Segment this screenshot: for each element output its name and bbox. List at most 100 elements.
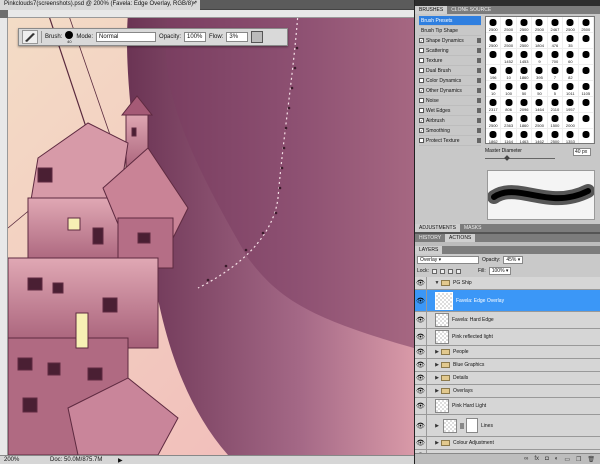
zoom-level[interactable]: 200% (4, 457, 19, 463)
brush-preset[interactable]: 2500 (532, 17, 548, 33)
visibility-eye-icon[interactable]: 👁 (415, 290, 427, 311)
brush-preset[interactable]: 60 (563, 49, 579, 65)
lock-icon[interactable] (477, 138, 481, 143)
lock-pixels-icon[interactable] (439, 268, 445, 274)
brush-preset[interactable]: 1464 (532, 97, 548, 113)
brush-setting-protect-texture[interactable]: Protect Texture (419, 136, 481, 146)
layer-opacity-field[interactable]: 45% ▾ (503, 256, 524, 264)
brush-preset[interactable]: 1453 (516, 49, 533, 65)
brush-setting-other-dynamics[interactable]: Other Dynamics (419, 86, 481, 96)
brush-preset[interactable]: 82 (563, 65, 579, 81)
brush-setting-shape-dynamics[interactable]: Shape Dynamics (419, 36, 481, 46)
layer-group-row[interactable]: 👁 ▼ PG Ship (415, 277, 600, 290)
lock-icon[interactable] (477, 118, 481, 123)
brush-setting-texture[interactable]: Texture (419, 56, 481, 66)
brush-preset[interactable]: 2500 (486, 17, 502, 33)
brush-setting-smoothing[interactable]: Smoothing (419, 126, 481, 136)
brush-preset[interactable] (578, 113, 594, 129)
layer-style-icon[interactable]: fx (534, 456, 539, 462)
brush-preset[interactable]: 2500 (563, 17, 579, 33)
tab-layers[interactable]: LAYERS (415, 246, 443, 254)
lock-icon[interactable] (477, 98, 481, 103)
brush-preset[interactable]: 9 (532, 49, 548, 65)
visibility-eye-icon[interactable]: 👁 (415, 437, 427, 449)
checkbox[interactable] (419, 58, 424, 63)
checkbox[interactable] (419, 38, 424, 43)
checkbox[interactable] (419, 98, 424, 103)
fill-field[interactable]: 100% ▾ (488, 267, 512, 275)
brush-preset[interactable]: 1862 (486, 129, 502, 143)
brush-setting-color-dynamics[interactable]: Color Dynamics (419, 76, 481, 86)
adjustment-layer-icon[interactable]: ◐ (555, 456, 559, 462)
brush-preset[interactable]: 2500 (501, 17, 517, 33)
brush-preset[interactable]: 395 (532, 65, 548, 81)
brush-preset[interactable] (486, 49, 502, 65)
tab-adjustments[interactable]: ADJUSTMENTS (415, 224, 460, 232)
brush-tool-icon[interactable] (22, 30, 38, 44)
add-mask-icon[interactable]: ◘ (545, 456, 549, 462)
visibility-eye-icon[interactable]: 👁 (415, 385, 427, 397)
lock-icon[interactable] (477, 108, 481, 113)
tab-brushes[interactable]: BRUSHES (415, 6, 448, 14)
checkbox[interactable] (419, 118, 424, 123)
ruler-vertical[interactable] (0, 18, 8, 455)
brush-preset[interactable] (578, 33, 594, 49)
expand-triangle-icon[interactable]: ▼ (433, 280, 441, 286)
brush-preset-picker[interactable]: 40 (65, 30, 74, 44)
layer-group-row[interactable]: 👁 ▶ Details (415, 372, 600, 385)
mode-select[interactable]: Normal (96, 32, 157, 42)
brush-preset[interactable] (578, 65, 594, 81)
brush-preset[interactable] (578, 49, 594, 65)
brush-preset[interactable]: 2500 (532, 113, 548, 129)
mask-link-icon[interactable] (460, 422, 464, 429)
new-layer-icon[interactable]: ❐ (576, 456, 581, 463)
tab-actions[interactable]: ACTIONS (445, 234, 476, 242)
brush-preset[interactable]: 2500 (548, 129, 564, 143)
layer-row[interactable]: 👁 Pink reflected light (415, 329, 600, 346)
airbrush-toggle[interactable] (251, 31, 264, 43)
brush-preset[interactable]: 2096 (516, 97, 533, 113)
brush-preset[interactable]: 1500 (547, 113, 564, 129)
master-diameter-field[interactable]: 40 px (573, 148, 591, 156)
brush-preset[interactable]: 1463 (517, 129, 533, 143)
brush-preset[interactable]: 10 (501, 65, 517, 81)
brush-preset[interactable]: 2110 (547, 97, 564, 113)
collapse-triangle-icon[interactable]: ▶ (433, 362, 441, 368)
checkbox[interactable] (419, 78, 424, 83)
lock-icon[interactable] (477, 48, 481, 53)
visibility-eye-icon[interactable]: 👁 (415, 312, 427, 328)
brush-setting-noise[interactable]: Noise (419, 96, 481, 106)
brush-preset[interactable]: 1860 (516, 65, 533, 81)
brush-preset[interactable]: 2500 (578, 17, 594, 33)
visibility-eye-icon[interactable]: 👁 (415, 277, 427, 289)
slider-handle[interactable] (504, 155, 510, 161)
checkbox[interactable] (419, 88, 424, 93)
brush-preset[interactable]: 1452 (501, 49, 517, 65)
flow-field[interactable]: 3% (226, 32, 249, 42)
tab-clone-source[interactable]: CLONE SOURCE (447, 6, 495, 14)
brush-preset[interactable]: 5 (547, 81, 564, 97)
brush-preset[interactable]: 50 (516, 81, 533, 97)
brush-preset[interactable]: 476 (547, 33, 564, 49)
brush-preset[interactable]: 7 (547, 65, 564, 81)
master-diameter-slider[interactable] (485, 158, 555, 159)
checkbox[interactable] (419, 138, 424, 143)
layer-row[interactable]: 👁 Favela: Edge Overlay (415, 290, 600, 312)
brush-preset[interactable]: 1860 (516, 113, 533, 129)
brush-preset[interactable] (578, 97, 594, 113)
visibility-eye-icon[interactable]: 👁 (415, 372, 427, 384)
brush-preset[interactable]: 700 (547, 49, 564, 65)
checkbox[interactable] (419, 68, 424, 73)
visibility-eye-icon[interactable]: 👁 (415, 329, 427, 345)
brush-preset[interactable]: 806 (501, 97, 517, 113)
ruler-horizontal[interactable] (8, 10, 414, 18)
layer-group-row[interactable]: 👁 ▶ Colour Adjustment (415, 437, 600, 450)
collapse-triangle-icon[interactable]: ▶ (433, 440, 441, 446)
collapse-triangle-icon[interactable]: ▶ (433, 388, 441, 394)
new-group-icon[interactable]: ▭ (564, 456, 570, 463)
lock-icon[interactable] (477, 58, 481, 63)
canvas[interactable] (8, 18, 414, 455)
document-tab[interactable]: Pinkclouds7(screenshots).psd @ 200% (Fav… (0, 0, 200, 10)
layer-mask-thumbnail[interactable] (466, 418, 478, 433)
tab-masks[interactable]: MASKS (460, 224, 486, 232)
